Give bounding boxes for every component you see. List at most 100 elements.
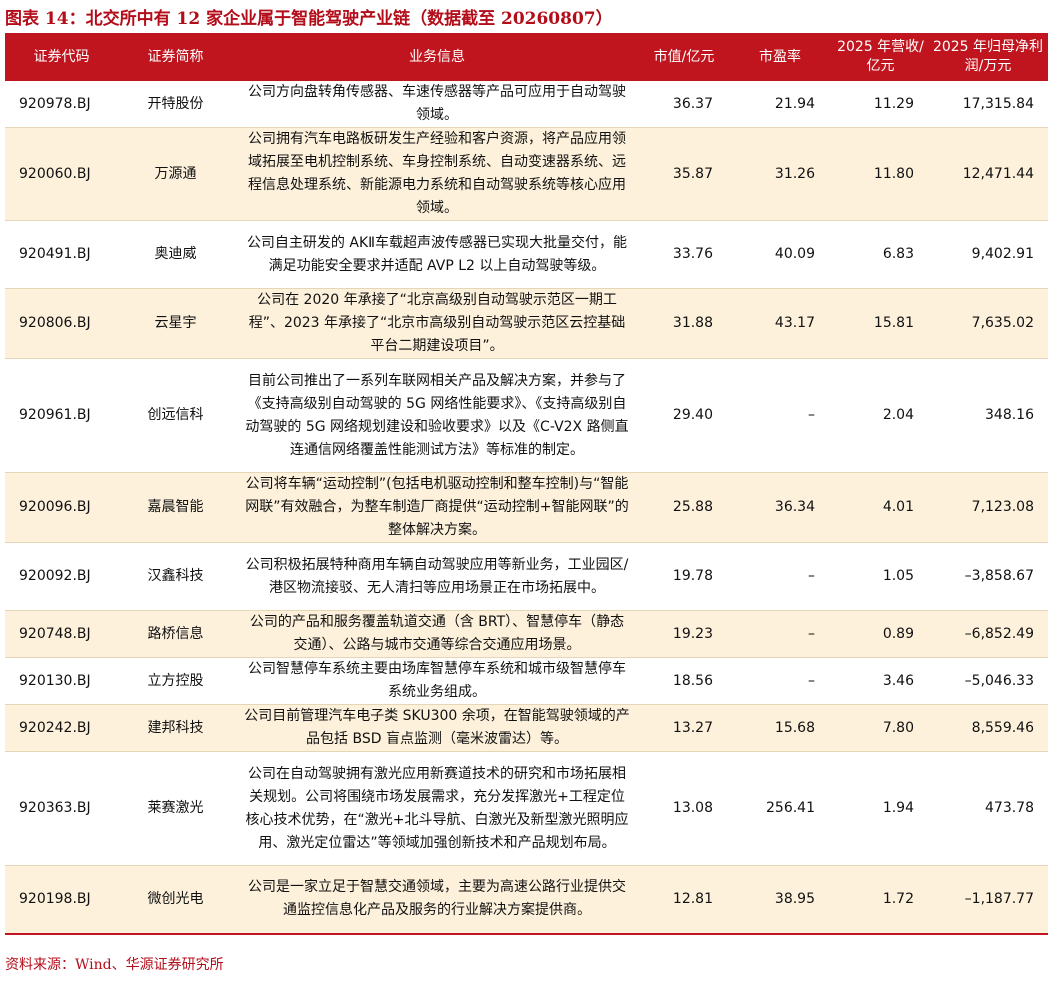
table-row: 920060.BJ 万源通 公司拥有汽车电路板研发生产经验和客户资源，将产品应用领域… [5, 127, 1048, 221]
cell-name: 奥迪威 [118, 220, 233, 289]
cell-mktcap: 35.87 [641, 127, 727, 221]
cell-pe: – [727, 542, 833, 611]
cell-code: 920978.BJ [5, 81, 118, 128]
cell-revenue: 0.89 [833, 610, 928, 658]
cell-revenue: 4.01 [833, 472, 928, 543]
cell-profit: 348.16 [928, 358, 1048, 473]
cell-profit: –6,852.49 [928, 610, 1048, 658]
cell-business: 公司将车辆“运动控制”(包括电机驱动控制和整车控制)与“智能网联”有效融合，为整… [233, 472, 641, 543]
table-body: 920978.BJ 开特股份 公司方向盘转角传感器、车速传感器等产品可应用于自动驾驶… [5, 81, 1048, 935]
cell-code: 920092.BJ [5, 542, 118, 611]
cell-revenue: 11.29 [833, 81, 928, 128]
cell-profit: –1,187.77 [928, 865, 1048, 935]
cell-pe: 40.09 [727, 220, 833, 289]
cell-pe: – [727, 358, 833, 473]
cell-code: 920096.BJ [5, 472, 118, 543]
cell-revenue: 2.04 [833, 358, 928, 473]
report-figure: 图表 14：北交所中有 12 家企业属于智能驾驶产业链（数据截至 2026080… [0, 0, 1053, 982]
cell-name: 微创光电 [118, 865, 233, 935]
cell-mktcap: 19.78 [641, 542, 727, 611]
cell-business: 公司是一家立足于智慧交通领域，主要为高速公路行业提供交通监控信息化产品及服务的行… [233, 865, 641, 935]
col-header-profit: 2025 年归母净利润/万元 [928, 33, 1048, 81]
col-header-mktcap: 市值/亿元 [641, 33, 727, 81]
figure-title: 图表 14：北交所中有 12 家企业属于智能驾驶产业链（数据截至 2026080… [5, 9, 613, 29]
cell-revenue: 1.72 [833, 865, 928, 935]
cell-mktcap: 29.40 [641, 358, 727, 473]
table-row: 920130.BJ 立方控股 公司智慧停车系统主要由场库智慧停车系统和城市级智慧停车… [5, 657, 1048, 705]
cell-pe: 31.26 [727, 127, 833, 221]
cell-code: 920806.BJ [5, 288, 118, 359]
cell-business: 公司积极拓展特种商用车辆自动驾驶应用等新业务，工业园区/港区物流接驳、无人清扫等… [233, 542, 641, 611]
cell-pe: 21.94 [727, 81, 833, 128]
cell-pe: 36.34 [727, 472, 833, 543]
table-row: 920978.BJ 开特股份 公司方向盘转角传感器、车速传感器等产品可应用于自动驾驶… [5, 81, 1048, 128]
cell-mktcap: 12.81 [641, 865, 727, 935]
table-row: 920806.BJ 云星宇 公司在 2020 年承接了“北京高级别自动驾驶示范区一期… [5, 288, 1048, 359]
table-row: 920961.BJ 创远信科 目前公司推出了一系列车联网相关产品及解决方案，并参与了… [5, 358, 1048, 473]
cell-revenue: 3.46 [833, 657, 928, 705]
cell-name: 嘉晨智能 [118, 472, 233, 543]
cell-business: 公司在自动驾驶拥有激光应用新赛道技术的研究和市场拓展相关规划。公司将围绕市场发展… [233, 751, 641, 866]
cell-mktcap: 36.37 [641, 81, 727, 128]
cell-name: 路桥信息 [118, 610, 233, 658]
cell-name: 立方控股 [118, 657, 233, 705]
cell-revenue: 11.80 [833, 127, 928, 221]
cell-pe: – [727, 657, 833, 705]
table-row: 920242.BJ 建邦科技 公司目前管理汽车电子类 SKU300 余项，在智能驾驶… [5, 704, 1048, 752]
cell-mktcap: 25.88 [641, 472, 727, 543]
cell-business: 公司方向盘转角传感器、车速传感器等产品可应用于自动驾驶领域。 [233, 81, 641, 128]
cell-code: 920961.BJ [5, 358, 118, 473]
cell-code: 920198.BJ [5, 865, 118, 935]
col-header-code: 证券代码 [5, 33, 118, 81]
table-row: 920198.BJ 微创光电 公司是一家立足于智慧交通领域，主要为高速公路行业提供交… [5, 865, 1048, 935]
cell-name: 汉鑫科技 [118, 542, 233, 611]
source-note: 资料来源：Wind、华源证券研究所 [5, 957, 224, 973]
cell-name: 创远信科 [118, 358, 233, 473]
cell-name: 云星宇 [118, 288, 233, 359]
cell-code: 920363.BJ [5, 751, 118, 866]
cell-revenue: 15.81 [833, 288, 928, 359]
cell-name: 建邦科技 [118, 704, 233, 752]
cell-pe: 38.95 [727, 865, 833, 935]
cell-business: 目前公司推出了一系列车联网相关产品及解决方案，并参与了《支持高级别自动驾驶的 5… [233, 358, 641, 473]
cell-profit: 12,471.44 [928, 127, 1048, 221]
cell-code: 920748.BJ [5, 610, 118, 658]
cell-business: 公司自主研发的 AKⅡ车载超声波传感器已实现大批量交付，能满足功能安全要求并适配… [233, 220, 641, 289]
cell-business: 公司拥有汽车电路板研发生产经验和客户资源，将产品应用领域拓展至电机控制系统、车身… [233, 127, 641, 221]
cell-mktcap: 31.88 [641, 288, 727, 359]
cell-code: 920491.BJ [5, 220, 118, 289]
cell-name: 开特股份 [118, 81, 233, 128]
cell-business: 公司在 2020 年承接了“北京高级别自动驾驶示范区一期工程”、2023 年承接… [233, 288, 641, 359]
cell-profit: 8,559.46 [928, 704, 1048, 752]
cell-name: 万源通 [118, 127, 233, 221]
cell-mktcap: 33.76 [641, 220, 727, 289]
cell-mktcap: 13.27 [641, 704, 727, 752]
cell-business: 公司目前管理汽车电子类 SKU300 余项，在智能驾驶领域的产品包括 BSD 盲… [233, 704, 641, 752]
cell-profit: 7,123.08 [928, 472, 1048, 543]
cell-business: 公司智慧停车系统主要由场库智慧停车系统和城市级智慧停车系统业务组成。 [233, 657, 641, 705]
table-row: 920491.BJ 奥迪威 公司自主研发的 AKⅡ车载超声波传感器已实现大批量交付，… [5, 220, 1048, 289]
cell-profit: –3,858.67 [928, 542, 1048, 611]
cell-code: 920060.BJ [5, 127, 118, 221]
col-header-pe: 市盈率 [727, 33, 833, 81]
cell-mktcap: 13.08 [641, 751, 727, 866]
table-header-row: 证券代码 证券简称 业务信息 市值/亿元 市盈率 2025 年营收/亿元 202… [5, 33, 1048, 81]
stock-table: 证券代码 证券简称 业务信息 市值/亿元 市盈率 2025 年营收/亿元 202… [5, 33, 1048, 935]
cell-profit: 9,402.91 [928, 220, 1048, 289]
cell-pe: 15.68 [727, 704, 833, 752]
cell-pe: 256.41 [727, 751, 833, 866]
table-row: 920092.BJ 汉鑫科技 公司积极拓展特种商用车辆自动驾驶应用等新业务，工业园区… [5, 542, 1048, 611]
cell-pe: 43.17 [727, 288, 833, 359]
cell-mktcap: 19.23 [641, 610, 727, 658]
cell-profit: 17,315.84 [928, 81, 1048, 128]
cell-profit: –5,046.33 [928, 657, 1048, 705]
table-row: 920748.BJ 路桥信息 公司的产品和服务覆盖轨道交通（含 BRT）、智慧停车（… [5, 610, 1048, 658]
table-row: 920363.BJ 莱赛激光 公司在自动驾驶拥有激光应用新赛道技术的研究和市场拓展相… [5, 751, 1048, 866]
col-header-revenue: 2025 年营收/亿元 [833, 33, 928, 81]
cell-profit: 7,635.02 [928, 288, 1048, 359]
cell-code: 920130.BJ [5, 657, 118, 705]
cell-business: 公司的产品和服务覆盖轨道交通（含 BRT）、智慧停车（静态交通）、公路与城市交通… [233, 610, 641, 658]
cell-mktcap: 18.56 [641, 657, 727, 705]
cell-revenue: 1.05 [833, 542, 928, 611]
col-header-business: 业务信息 [233, 33, 641, 81]
